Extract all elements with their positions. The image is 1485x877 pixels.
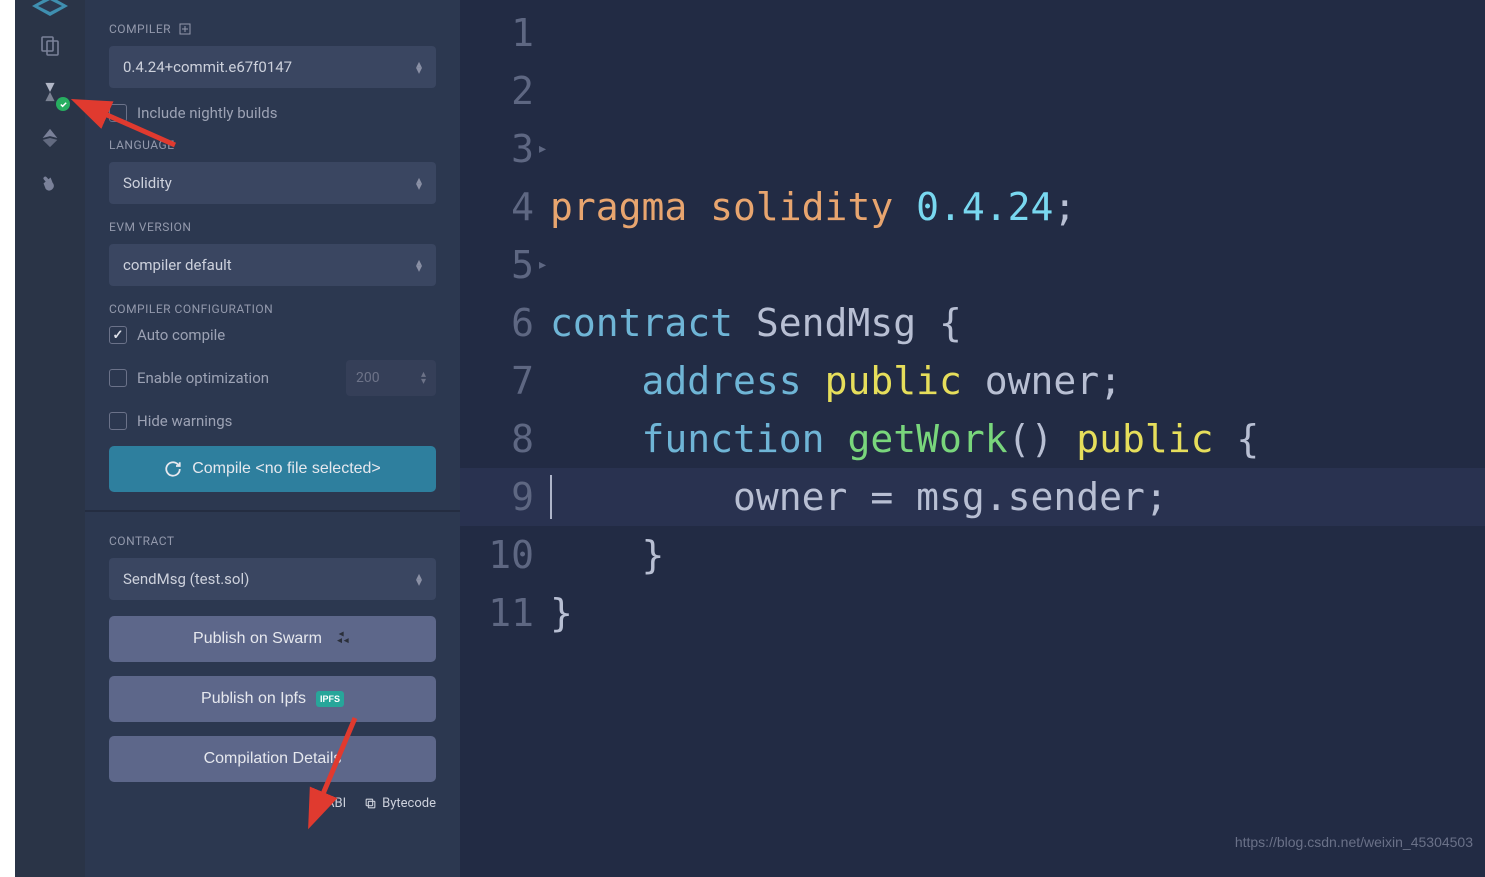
code-line[interactable]	[550, 236, 1259, 294]
ipfs-icon: IPFS	[316, 691, 344, 707]
optimization-runs-input[interactable]: 200 ▴▾	[346, 360, 436, 396]
deploy-run-icon[interactable]	[36, 124, 64, 152]
caret-updown-icon: ▴▾	[416, 572, 422, 587]
contract-select[interactable]: SendMsg (test.sol) ▴▾	[109, 558, 436, 600]
plugin-manager-icon[interactable]	[36, 170, 64, 198]
line-number: 1	[472, 4, 534, 62]
caret-updown-icon: ▴▾	[416, 176, 422, 191]
compiler-config-label: COMPILER CONFIGURATION	[109, 302, 436, 316]
fold-icon[interactable]: ▸	[537, 120, 548, 178]
hide-warnings-label: Hide warnings	[137, 412, 232, 430]
gutter: 123▸45▸67891011	[460, 0, 550, 877]
code-line[interactable]: owner = msg.sender;	[550, 468, 1259, 526]
code-line[interactable]	[550, 700, 1259, 758]
enable-optimization-checkbox[interactable]	[109, 369, 127, 387]
code-line[interactable]: function getWork() public {	[550, 410, 1259, 468]
success-badge-icon	[56, 97, 70, 111]
compilation-details-button[interactable]: Compilation Details	[109, 736, 436, 782]
fold-icon[interactable]: ▸	[537, 236, 548, 294]
line-number: 10	[472, 526, 534, 584]
line-number: 8	[472, 410, 534, 468]
solidity-compiler-icon[interactable]	[36, 78, 64, 106]
language-label: LANGUAGE	[109, 138, 436, 152]
watermark: https://blog.csdn.net/weixin_45304503	[1235, 813, 1473, 871]
caret-updown-icon: ▴▾	[416, 258, 422, 273]
caret-updown-icon: ▴▾	[416, 60, 422, 75]
evm-version-label: EVM VERSION	[109, 220, 436, 234]
compiler-panel: COMPILER 0.4.24+commit.e67f0147 ▴▾ Inclu…	[85, 0, 460, 877]
compiler-version-select[interactable]: 0.4.24+commit.e67f0147 ▴▾	[109, 46, 436, 88]
nightly-label: Include nightly builds	[137, 104, 277, 122]
line-number: 5▸	[472, 236, 534, 294]
cursor	[550, 475, 552, 519]
line-number: 6	[472, 294, 534, 352]
nightly-checkbox[interactable]	[109, 104, 127, 122]
auto-compile-label: Auto compile	[137, 326, 225, 344]
line-number: 2	[472, 62, 534, 120]
window-edge	[0, 0, 15, 877]
caret-updown-icon: ▴▾	[421, 371, 426, 385]
code-line[interactable]: contract SendMsg {	[550, 294, 1259, 352]
line-number: 7	[472, 352, 534, 410]
copy-bytecode-button[interactable]: Bytecode	[364, 796, 436, 811]
icon-bar	[15, 0, 85, 877]
compile-button[interactable]: Compile <no file selected>	[109, 446, 436, 492]
copy-icon	[308, 797, 321, 810]
code-line[interactable]	[550, 758, 1259, 816]
copy-icon	[364, 797, 377, 810]
evm-version-select[interactable]: compiler default ▴▾	[109, 244, 436, 286]
hide-warnings-checkbox[interactable]	[109, 412, 127, 430]
line-number: 11	[472, 584, 534, 642]
code-line[interactable]: }	[550, 526, 1259, 584]
file-explorer-icon[interactable]	[36, 32, 64, 60]
code-editor[interactable]: 123▸45▸67891011 pragma solidity 0.4.24; …	[460, 0, 1485, 877]
swarm-icon	[332, 629, 352, 649]
refresh-icon	[164, 460, 182, 478]
plus-icon[interactable]	[179, 23, 191, 35]
compiler-label: COMPILER	[109, 22, 436, 36]
code-line[interactable]: pragma solidity 0.4.24;	[550, 178, 1259, 236]
line-number: 4	[472, 178, 534, 236]
publish-swarm-button[interactable]: Publish on Swarm	[109, 616, 436, 662]
contract-label: CONTRACT	[109, 534, 436, 548]
line-number: 9	[472, 468, 534, 526]
enable-optimization-label: Enable optimization	[137, 369, 269, 387]
code-line[interactable]: address public owner;	[550, 352, 1259, 410]
language-select[interactable]: Solidity ▴▾	[109, 162, 436, 204]
line-number: 3▸	[472, 120, 534, 178]
remix-logo-icon	[30, 0, 70, 14]
code-line[interactable]: }	[550, 584, 1259, 642]
auto-compile-checkbox[interactable]	[109, 326, 127, 344]
copy-abi-button[interactable]: ABI	[308, 796, 346, 811]
code-line[interactable]	[550, 642, 1259, 700]
code-area[interactable]: pragma solidity 0.4.24; contract SendMsg…	[550, 0, 1259, 877]
separator	[85, 510, 460, 512]
publish-ipfs-button[interactable]: Publish on Ipfs IPFS	[109, 676, 436, 722]
